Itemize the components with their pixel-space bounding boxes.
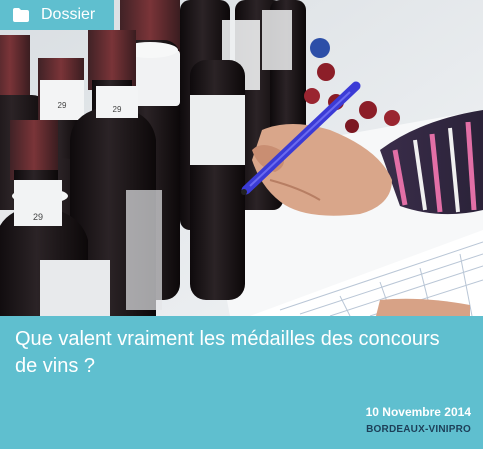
article-card[interactable]: 29 29 29 Dossier Que valent vraiment les… [0, 0, 483, 449]
article-title[interactable]: Que valent vraiment les médailles des co… [15, 326, 455, 380]
folder-icon [13, 8, 29, 22]
wine-tasting-photo: 29 29 29 [0, 0, 483, 316]
svg-text:29: 29 [113, 105, 122, 114]
category-label: Dossier [41, 6, 96, 23]
article-date: 10 Novembre 2014 [365, 405, 471, 419]
article-info: Que valent vraiment les médailles des co… [0, 316, 483, 449]
svg-text:29: 29 [58, 101, 67, 110]
article-photo[interactable]: 29 29 29 [0, 0, 483, 316]
bottle-number: 29 [33, 212, 43, 222]
category-tag[interactable]: Dossier [0, 0, 114, 30]
article-source: BORDEAUX-VINIPRO [366, 424, 471, 435]
